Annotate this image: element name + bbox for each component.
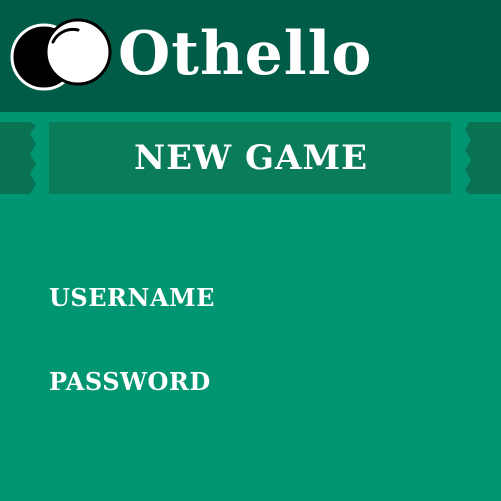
new-game-banner: NEW GAME <box>0 122 501 194</box>
banner-right-edge <box>451 122 501 194</box>
header-divider <box>0 112 501 122</box>
banner-left-edge <box>0 122 50 194</box>
new-game-button[interactable]: NEW GAME <box>49 122 453 194</box>
login-form: USERNAME PASSWORD <box>49 270 469 438</box>
othello-discs-icon <box>10 18 112 91</box>
app-title: Othello <box>118 19 373 89</box>
password-label: PASSWORD <box>49 367 211 396</box>
username-field: USERNAME <box>49 270 469 354</box>
othello-page: Othello NEW GAME USERNAME PASSWORD <box>0 0 501 501</box>
password-field: PASSWORD <box>49 354 469 438</box>
header-bar: Othello <box>0 0 501 112</box>
username-label: USERNAME <box>49 283 215 312</box>
